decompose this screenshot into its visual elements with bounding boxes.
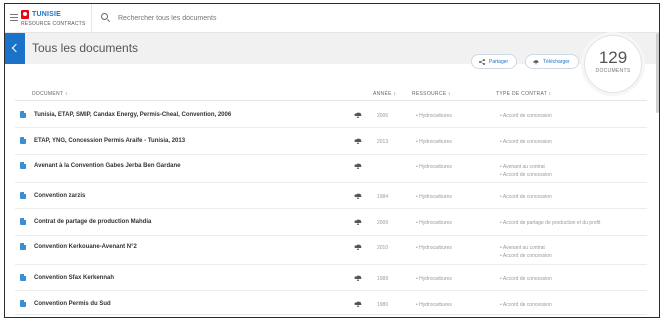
tunisia-flag-icon xyxy=(21,10,29,19)
document-year: 2013 xyxy=(377,139,389,145)
document-icon xyxy=(20,162,26,169)
document-contract-type: • Accord de concession xyxy=(500,194,552,200)
cloud-download-icon[interactable] xyxy=(354,138,362,144)
document-year: 2010 xyxy=(377,245,389,251)
back-button[interactable] xyxy=(5,33,25,64)
brand-country[interactable]: TUNISIE xyxy=(32,11,61,18)
document-resource: • Hydrocarbures xyxy=(416,139,452,145)
table-row[interactable]: Contrat de partage de production Mahdia 2… xyxy=(15,208,647,236)
document-title-link[interactable]: Convention Permis du Sud xyxy=(34,301,111,307)
brand-subtitle[interactable]: RESOURCE CONTRACTS xyxy=(21,21,85,27)
document-title-link[interactable]: Tunisia, ETAP, SMIP, Candax Energy, Perm… xyxy=(34,112,231,118)
document-icon xyxy=(20,243,26,250)
document-resource: • Hydrocarbures xyxy=(416,164,452,170)
document-title-link[interactable]: Convention Sfax Kerkennah xyxy=(34,275,114,281)
column-header-resource[interactable]: RESSOURCE ↕ xyxy=(412,91,451,97)
table-row[interactable]: ETAP, YNG, Concession Permis Araife - Tu… xyxy=(15,127,647,155)
document-title-link[interactable]: Avenant à la Convention Gabes Jerba Ben … xyxy=(34,163,181,169)
document-resource: • Hydrocarbures xyxy=(416,302,452,308)
table-row[interactable]: Convention Permis du Sud 1980 • Hydrocarbu… xyxy=(15,290,647,315)
document-resource: • Hydrocarbures xyxy=(416,113,452,119)
column-header-year[interactable]: ANNÉE ↕ xyxy=(373,91,396,97)
menu-icon[interactable] xyxy=(10,14,18,21)
cloud-download-icon[interactable] xyxy=(354,244,362,250)
document-contract-type: • Accord de concession xyxy=(500,139,552,145)
document-count-value: 129 xyxy=(598,48,628,67)
document-count-badge: 129 DOCUMENTS xyxy=(584,35,642,93)
column-header-document[interactable]: DOCUMENT ↕ xyxy=(32,91,68,97)
search-input[interactable] xyxy=(118,12,418,24)
document-contract-type: • Accord de concession xyxy=(500,172,552,178)
document-contract-type: • Accord de concession xyxy=(500,302,552,308)
document-contract-type: • Accord de partage de production et du … xyxy=(500,220,601,226)
document-year: 2009 xyxy=(377,220,389,226)
document-icon xyxy=(20,274,26,281)
column-header-contract-type[interactable]: TYPE DE CONTRAT ↕ xyxy=(496,91,551,97)
table-row[interactable]: Tunisia, ETAP, SMIP, Candax Energy, Perm… xyxy=(15,101,647,128)
scrollbar[interactable] xyxy=(656,33,659,113)
page-title: Tous les documents xyxy=(32,41,139,55)
document-count-label: DOCUMENTS xyxy=(595,68,631,74)
document-icon xyxy=(20,192,26,199)
document-contract-type: • Avenant au contrat xyxy=(500,245,545,251)
download-button[interactable]: Télécharger xyxy=(525,54,579,69)
document-resource: • Hydrocarbures xyxy=(416,220,452,226)
share-icon xyxy=(479,59,485,65)
cloud-download-icon[interactable] xyxy=(354,301,362,307)
document-contract-type: • Avenant au contrat xyxy=(500,164,545,170)
document-year: 2006 xyxy=(377,113,389,119)
search-icon[interactable] xyxy=(101,13,108,20)
table-row[interactable]: Convention Sfax Kerkennah 1989 • Hydrocarb… xyxy=(15,264,647,291)
document-contract-type: • Accord de concession xyxy=(500,253,552,259)
document-resource: • Hydrocarbures xyxy=(416,276,452,282)
document-contract-type: • Accord de concession xyxy=(500,276,552,282)
divider xyxy=(91,4,92,32)
share-label: Partager xyxy=(489,59,509,65)
share-button[interactable]: Partager xyxy=(471,54,517,69)
app-window: TUNISIE RESOURCE CONTRACTS Tous les docu… xyxy=(4,3,660,318)
download-label: Télécharger xyxy=(543,59,570,65)
document-icon xyxy=(20,137,26,144)
document-icon xyxy=(20,218,26,225)
cloud-download-icon[interactable] xyxy=(354,193,362,199)
document-year: 1984 xyxy=(377,194,389,200)
table-row[interactable]: Convention Kerkouane-Avenant N°2 2010 • Hy… xyxy=(15,235,647,265)
document-year: 1989 xyxy=(377,276,389,282)
cloud-download-icon xyxy=(533,60,539,65)
document-resource: • Hydrocarbures xyxy=(416,245,452,251)
document-contract-type: • Accord de concession xyxy=(500,113,552,119)
document-title-link[interactable]: Convention zarzis xyxy=(34,193,85,199)
document-resource: • Hydrocarbures xyxy=(416,194,452,200)
document-title-link[interactable]: Convention Kerkouane-Avenant N°2 xyxy=(34,244,137,250)
table-row[interactable]: Convention zarzis 1984 • Hydrocarbures • Ac… xyxy=(15,182,647,209)
document-title-link[interactable]: ETAP, YNG, Concession Permis Araife - Tu… xyxy=(34,138,185,144)
document-title-link[interactable]: Contrat de partage de production Mahdia xyxy=(34,219,151,225)
cloud-download-icon[interactable] xyxy=(354,163,362,169)
cloud-download-icon[interactable] xyxy=(354,275,362,281)
table-row[interactable]: Avenant à la Convention Gabes Jerba Ben … xyxy=(15,154,647,183)
document-icon xyxy=(20,111,26,118)
top-bar: TUNISIE RESOURCE CONTRACTS xyxy=(5,4,659,33)
cloud-download-icon[interactable] xyxy=(354,112,362,118)
document-year: 1980 xyxy=(377,302,389,308)
cloud-download-icon[interactable] xyxy=(354,219,362,225)
document-icon xyxy=(20,300,26,307)
